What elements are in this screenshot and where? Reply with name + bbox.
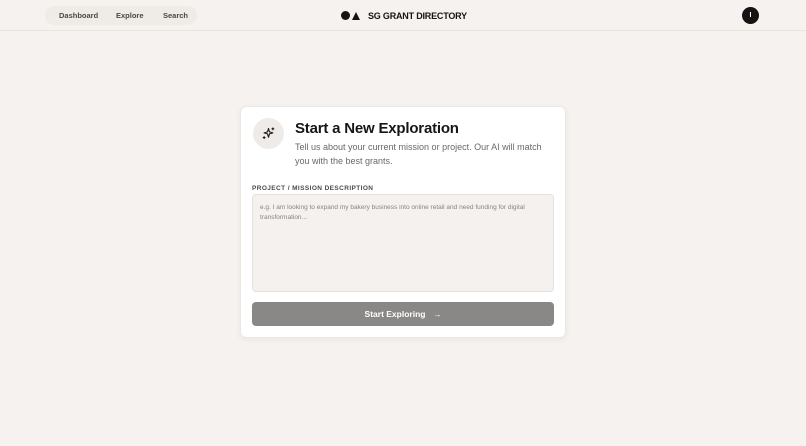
- exploration-card: Start a New Exploration Tell us about yo…: [240, 106, 566, 338]
- nav-item-dashboard[interactable]: Dashboard: [59, 11, 98, 20]
- start-exploring-button[interactable]: Start Exploring →: [252, 302, 554, 326]
- logo-triangle-icon: [352, 11, 360, 20]
- nav-item-search[interactable]: Search: [163, 11, 188, 20]
- card-subtitle: Tell us about your current mission or pr…: [295, 142, 542, 166]
- project-description-label: PROJECT / MISSION DESCRIPTION: [252, 185, 374, 192]
- brand-name: SG GRANT DIRECTORY: [368, 10, 467, 21]
- top-navigation-bar: Dashboard Explore Search SG GRANT DIRECT…: [0, 0, 806, 31]
- nav-pill: Dashboard Explore Search: [45, 6, 197, 25]
- start-exploring-label: Start Exploring: [364, 309, 426, 319]
- arrow-right-icon: →: [433, 309, 442, 319]
- brand-logo[interactable]: SG GRANT DIRECTORY: [341, 9, 467, 22]
- nav-item-explore[interactable]: Explore: [116, 11, 144, 20]
- card-title: Start a New Exploration: [295, 120, 459, 137]
- project-description-input[interactable]: e.g. I am looking to expand my bakery bu…: [252, 194, 554, 292]
- sparkles-icon: [253, 118, 284, 149]
- user-avatar[interactable]: I: [742, 7, 759, 24]
- logo-circle-icon: [341, 11, 350, 20]
